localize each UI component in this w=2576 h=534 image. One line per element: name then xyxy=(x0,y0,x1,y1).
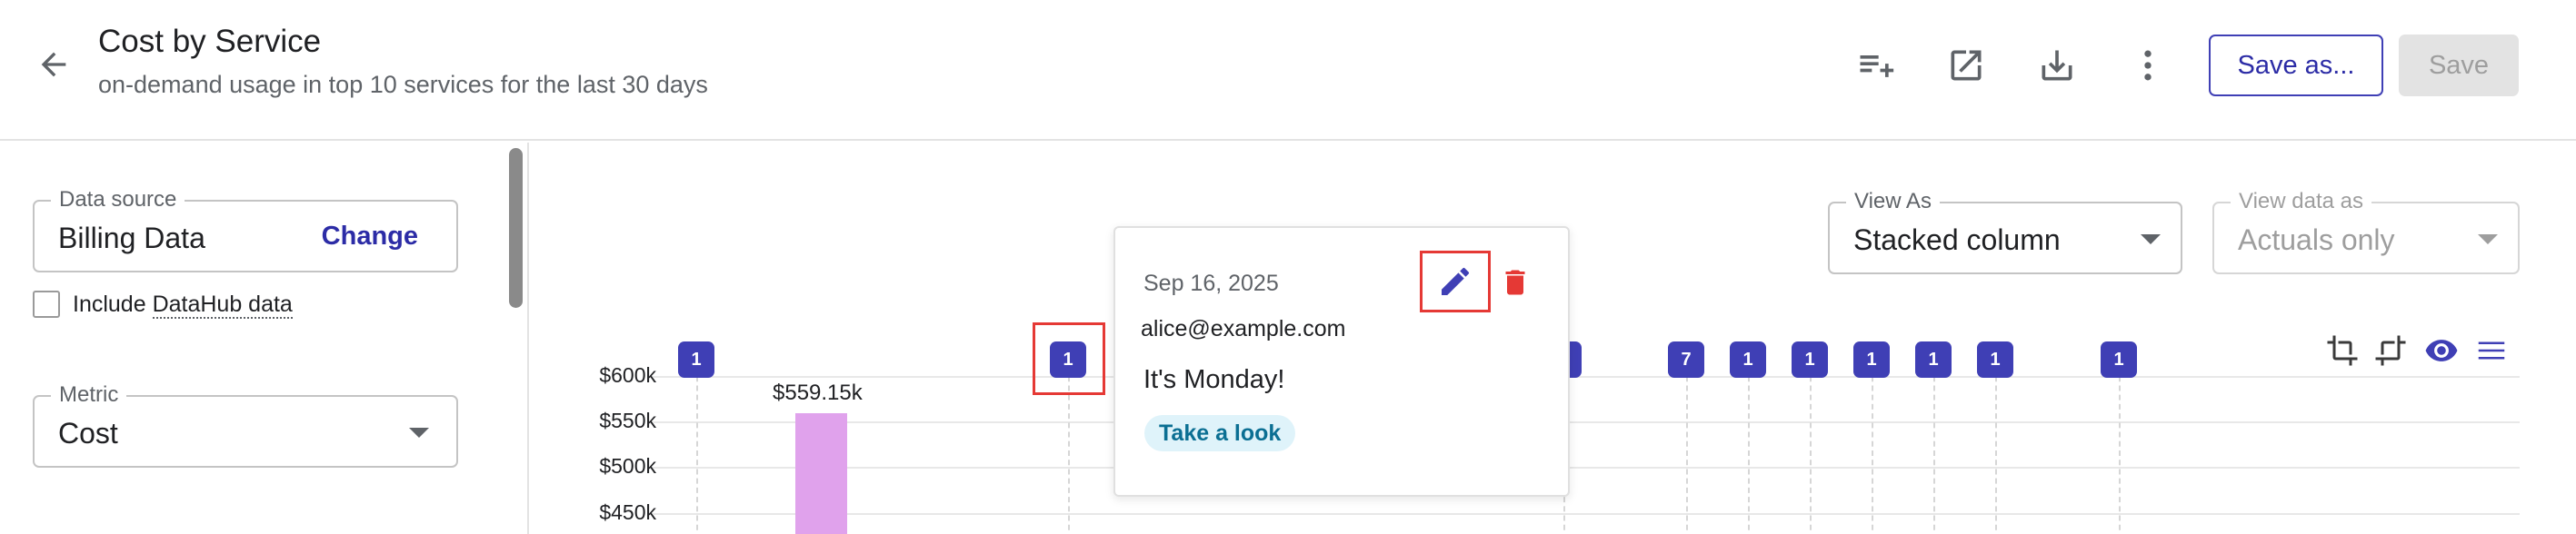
annotation-marker[interactable]: 7 xyxy=(1668,341,1704,378)
open-in-new-button[interactable] xyxy=(1941,40,1992,91)
annotation-line xyxy=(1686,367,1688,534)
annotation-marker[interactable]: 1 xyxy=(678,341,714,378)
bar-data-label: $559.15k xyxy=(773,381,863,405)
annotation-line xyxy=(1995,367,1997,534)
delete-annotation-button[interactable] xyxy=(1497,264,1533,301)
annotation-marker[interactable]: 1 xyxy=(1792,341,1828,378)
gridline xyxy=(653,513,2520,515)
y-tick-label: $600k xyxy=(599,363,656,387)
pencil-icon xyxy=(1442,267,1470,295)
gridline xyxy=(653,376,2520,378)
annotation-popover: Sep 16, 2025 alice@example.com It's Mond… xyxy=(1113,226,1570,497)
include-datahub-label: Include DataHub data xyxy=(73,291,293,319)
annotation-line xyxy=(2119,367,2121,534)
add-to-dashboard-icon xyxy=(1860,55,1894,77)
y-tick-label: $550k xyxy=(599,409,656,432)
chevron-down-icon xyxy=(2478,234,2498,244)
annotation-marker[interactable]: 1 xyxy=(1730,341,1766,378)
annotation-marker[interactable]: 1 xyxy=(2101,341,2137,378)
annotation-marker[interactable]: 1 xyxy=(1977,341,2013,378)
annotation-line xyxy=(1748,367,1750,534)
crop-icon xyxy=(2327,335,2358,366)
include-datahub-row: Include DataHub data xyxy=(33,291,293,319)
toggle-visibility-button[interactable] xyxy=(2421,331,2461,371)
data-source-field: Data source Billing Data Change xyxy=(33,187,458,272)
page-title: Cost by Service xyxy=(98,24,322,59)
chevron-down-icon xyxy=(409,428,429,438)
datahub-link[interactable]: DataHub data xyxy=(152,291,293,319)
crop-rotate-icon xyxy=(2375,335,2406,366)
panel-scrollbar[interactable] xyxy=(509,148,523,308)
y-tick-label: $500k xyxy=(599,454,656,478)
annotation-message: It's Monday! xyxy=(1143,365,1285,394)
view-data-as-label: View data as xyxy=(2231,189,2371,214)
annotation-line xyxy=(1810,367,1812,534)
data-source-value: Billing Data xyxy=(58,222,205,254)
view-as-select[interactable]: View As Stacked column xyxy=(1828,189,2182,274)
annotation-chip[interactable]: Take a look xyxy=(1144,415,1296,451)
include-datahub-label-prefix: Include xyxy=(73,291,153,317)
chevron-down-icon xyxy=(2141,234,2161,244)
back-button[interactable] xyxy=(27,38,80,91)
crop-button[interactable] xyxy=(2322,331,2362,371)
annotation-line xyxy=(696,367,698,534)
annotation-date: Sep 16, 2025 xyxy=(1143,271,1279,296)
metric-label: Metric xyxy=(51,382,127,408)
gridline xyxy=(653,421,2520,423)
annotation-marker[interactable]: 1 xyxy=(1915,341,1952,378)
selected-marker-highlight xyxy=(1033,322,1105,395)
download-icon xyxy=(2042,50,2072,81)
y-tick-label: $450k xyxy=(599,500,656,524)
bar[interactable] xyxy=(795,413,847,534)
reset-zoom-button[interactable] xyxy=(2371,331,2411,371)
metric-select[interactable]: Metric Cost xyxy=(33,382,458,468)
back-arrow-icon xyxy=(41,52,66,77)
view-data-as-select[interactable]: View data as Actuals only xyxy=(2212,189,2520,274)
list-icon xyxy=(2478,341,2505,360)
annotation-line xyxy=(1933,367,1935,534)
app-header: Cost by Service on-demand usage in top 1… xyxy=(0,0,2576,141)
edit-annotation-button[interactable] xyxy=(1420,251,1491,312)
settings-panel: Data source Billing Data Change Include … xyxy=(0,143,529,534)
view-as-label: View As xyxy=(1846,189,1940,214)
annotation-author: alice@example.com xyxy=(1141,316,1346,341)
view-data-as-value: Actuals only xyxy=(2238,223,2395,256)
open-in-new-icon xyxy=(1951,50,1982,81)
save-button[interactable]: Save xyxy=(2399,35,2519,96)
annotation-marker[interactable]: 1 xyxy=(1853,341,1890,378)
gridline xyxy=(653,467,2520,469)
metric-value: Cost xyxy=(58,417,118,450)
chart-menu-button[interactable] xyxy=(2471,331,2511,371)
more-options-button[interactable] xyxy=(2122,40,2173,91)
view-as-value: Stacked column xyxy=(1853,223,2061,256)
annotation-line xyxy=(1872,367,1873,534)
page-subtitle: on-demand usage in top 10 services for t… xyxy=(98,71,708,98)
change-data-source-link[interactable]: Change xyxy=(322,222,418,252)
add-to-dashboard-button[interactable] xyxy=(1850,40,1901,91)
data-source-label: Data source xyxy=(51,187,185,213)
include-datahub-checkbox[interactable] xyxy=(33,291,60,318)
save-as-button[interactable]: Save as... xyxy=(2209,35,2383,96)
more-vert-icon xyxy=(2144,50,2152,81)
trash-icon xyxy=(1505,270,1525,295)
download-button[interactable] xyxy=(2032,40,2082,91)
eye-icon xyxy=(2425,340,2458,361)
